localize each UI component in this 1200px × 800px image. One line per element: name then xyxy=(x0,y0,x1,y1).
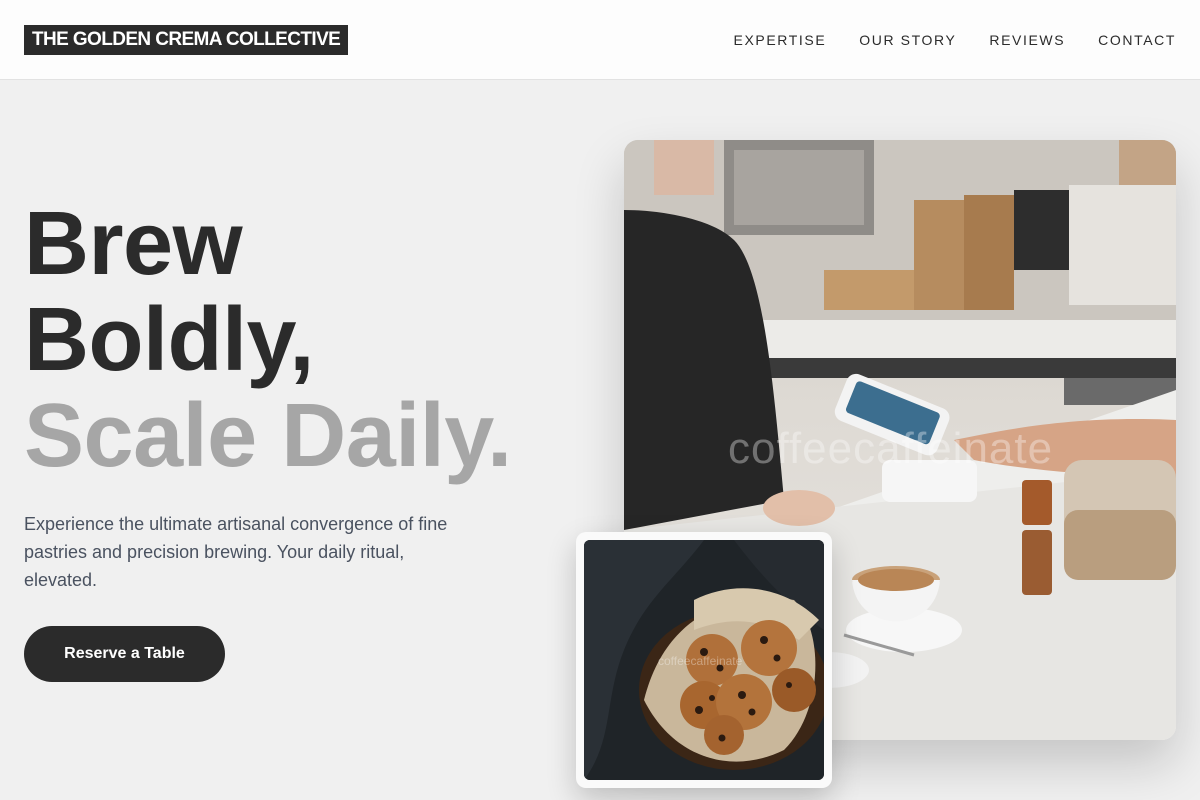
main-nav: EXPERTISE OUR STORY REVIEWS CONTACT xyxy=(734,0,1176,80)
headline-line-3: Scale Daily. xyxy=(24,386,512,486)
nav-link-reviews[interactable]: REVIEWS xyxy=(989,32,1065,48)
reserve-table-button[interactable]: Reserve a Table xyxy=(24,626,225,682)
headline-line-2: Boldly, xyxy=(24,290,314,390)
nav-link-contact[interactable]: CONTACT xyxy=(1098,32,1176,48)
cookie-basket-photo: coffeecaffeinate xyxy=(584,540,824,780)
photo-watermark-small: coffeecaffeinate xyxy=(658,654,743,668)
brand-logo[interactable]: THE GOLDEN CREMA COLLECTIVE xyxy=(24,25,349,55)
site-header: THE GOLDEN CREMA COLLECTIVE EXPERTISE OU… xyxy=(0,0,1200,80)
nav-link-expertise[interactable]: EXPERTISE xyxy=(734,32,827,48)
nav-link-our-story[interactable]: OUR STORY xyxy=(859,32,956,48)
hero-headline: Brew Boldly, Scale Daily. xyxy=(24,196,512,484)
photo-watermark: coffeecaffeinate xyxy=(728,424,1054,473)
headline-line-1: Brew xyxy=(24,194,243,294)
hero-lead-text: Experience the ultimate artisanal conver… xyxy=(24,514,448,590)
secondary-photo-card: coffeecaffeinate xyxy=(576,532,832,788)
